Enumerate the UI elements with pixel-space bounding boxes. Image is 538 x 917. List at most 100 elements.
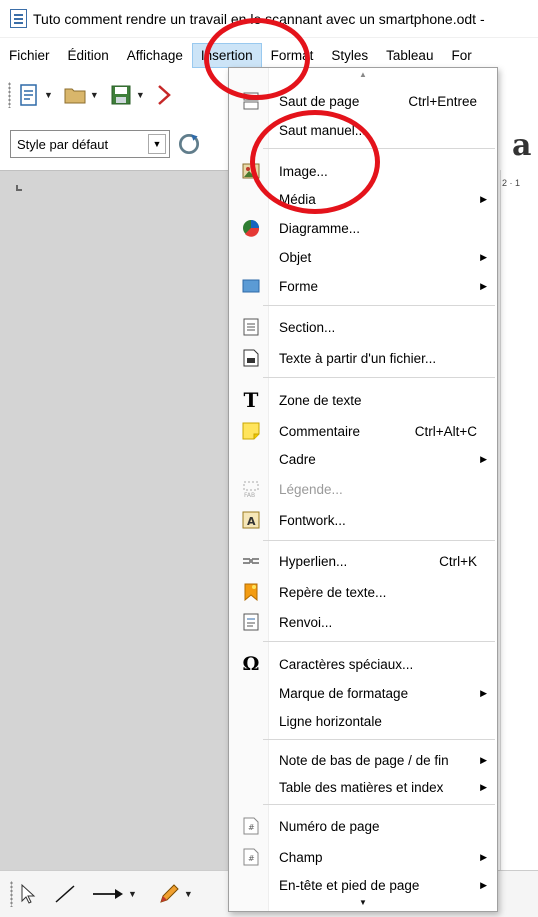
menu-item-section[interactable]: Section... [229, 313, 497, 341]
menu-item-label: Repère de texte... [279, 584, 387, 600]
font-preview-icon: a [512, 128, 532, 163]
menu-styles[interactable]: Styles [322, 43, 377, 68]
menu-fichier[interactable]: Fichier [0, 43, 59, 68]
update-style-icon[interactable] [176, 131, 202, 157]
pointer-icon [21, 883, 36, 904]
menu-separator [263, 540, 495, 541]
svg-text:#: # [248, 854, 255, 863]
section-icon [241, 317, 261, 337]
menu-item-label: Zone de texte [279, 392, 362, 408]
insertion-menu: ▲ Saut de page Ctrl+Entree Saut manuel..… [228, 67, 498, 912]
menu-item-marque-formatage[interactable]: Marque de formatage ▶ [229, 679, 497, 707]
submenu-arrow-icon: ▶ [480, 781, 487, 792]
menu-item-saut-de-page[interactable]: Saut de page Ctrl+Entree [229, 87, 497, 115]
scroll-up-icon[interactable]: ▲ [359, 70, 367, 79]
title-bar: Tuto comment rendre un travail en le sca… [0, 0, 538, 38]
paragraph-style-value: Style par défaut [17, 136, 109, 152]
submenu-arrow-icon: ▶ [480, 193, 487, 204]
menu-separator [263, 641, 495, 642]
chevron-down-icon[interactable]: ▼ [148, 134, 166, 154]
menu-item-hyperlien[interactable]: Hyperlien... Ctrl+K [229, 547, 497, 575]
menu-item-diagramme[interactable]: Diagramme... [229, 214, 497, 242]
menu-insertion[interactable]: Insertion [191, 42, 262, 68]
menu-item-objet[interactable]: Objet ▶ [229, 243, 497, 271]
document-page-right[interactable] [500, 170, 538, 870]
document-icon [10, 9, 27, 28]
new-document-button[interactable]: ▼ [17, 80, 59, 110]
menu-item-texte-fichier[interactable]: Texte à partir d'un fichier... [229, 344, 497, 372]
page-number-icon: # [241, 816, 261, 836]
text-box-icon: T [243, 388, 259, 412]
shortcut-label: Ctrl+Alt+C [414, 423, 477, 439]
line-icon [55, 885, 75, 903]
menu-item-entete-pied[interactable]: En-tête et pied de page ▶ [229, 871, 497, 899]
paragraph-style-select[interactable]: Style par défaut ▼ [10, 130, 170, 158]
text-file-icon [241, 348, 261, 368]
menu-affichage[interactable]: Affichage [118, 43, 192, 68]
submenu-arrow-icon: ▶ [480, 687, 487, 698]
menu-item-label: Texte à partir d'un fichier... [279, 350, 437, 366]
menu-item-label: Forme [279, 278, 319, 294]
comment-icon [241, 421, 261, 441]
menu-item-note-bas-page[interactable]: Note de bas de page / de fin ▶ [229, 746, 497, 774]
save-icon [111, 85, 131, 105]
curve-tool-button[interactable]: ▼ [157, 882, 199, 906]
menu-separator [263, 739, 495, 740]
menu-formulaire[interactable]: For [442, 43, 480, 68]
chevron-down-icon[interactable]: ▼ [136, 90, 145, 100]
menu-item-label: Commentaire [279, 423, 361, 439]
toolbar-grip[interactable] [10, 881, 13, 907]
menu-item-table-matieres[interactable]: Table des matières et index ▶ [229, 773, 497, 801]
menu-item-label: Objet [279, 249, 312, 265]
menu-item-caracteres-speciaux[interactable]: Ω Caractères spéciaux... [229, 650, 497, 678]
document-canvas[interactable] [0, 170, 230, 870]
menu-item-label: Marque de formatage [279, 685, 409, 701]
menu-tableau[interactable]: Tableau [377, 43, 442, 68]
menu-item-image[interactable]: Image... [229, 157, 497, 185]
menu-item-ligne-horizontale[interactable]: Ligne horizontale [229, 707, 497, 735]
menu-item-media[interactable]: Média ▶ [229, 185, 497, 213]
menu-item-legende: FAB Légende... [229, 475, 497, 503]
chevron-down-icon[interactable]: ▼ [128, 889, 137, 899]
bookmark-icon [241, 582, 261, 602]
menu-item-numero-page[interactable]: # Numéro de page [229, 812, 497, 840]
omega-icon: Ω [242, 653, 260, 675]
cross-reference-icon [241, 612, 261, 632]
export-pdf-button[interactable] [155, 80, 179, 110]
new-document-icon [20, 84, 37, 106]
toolbar-grip[interactable] [8, 82, 11, 108]
pdf-icon [157, 85, 171, 105]
menu-separator [263, 148, 495, 149]
shortcut-label: Ctrl+K [439, 553, 477, 569]
menu-item-repere-texte[interactable]: Repère de texte... [229, 578, 497, 606]
line-tool-button[interactable] [53, 883, 77, 905]
scroll-down-icon[interactable]: ▼ [359, 898, 367, 907]
menu-item-cadre[interactable]: Cadre ▶ [229, 445, 497, 473]
menu-separator [263, 804, 495, 805]
chevron-down-icon[interactable]: ▼ [44, 90, 53, 100]
menu-item-renvoi[interactable]: Renvoi... [229, 608, 497, 636]
menu-item-saut-manuel[interactable]: Saut manuel... [229, 116, 497, 144]
menu-item-forme[interactable]: Forme ▶ [229, 272, 497, 300]
chevron-down-icon[interactable]: ▼ [184, 889, 193, 899]
menu-item-label: Section... [279, 319, 336, 335]
menu-item-champ[interactable]: # Champ ▶ [229, 843, 497, 871]
ruler-icon: 2 · 1 [502, 178, 521, 188]
menu-item-label: Caractères spéciaux... [279, 656, 414, 672]
svg-text:FAB: FAB [244, 492, 255, 498]
menu-item-zone-de-texte[interactable]: T Zone de texte [229, 386, 497, 414]
arrow-tool-button[interactable]: ▼ [91, 886, 143, 902]
menu-item-label: Saut de page [279, 93, 360, 109]
select-tool-button[interactable] [19, 883, 39, 905]
chevron-down-icon[interactable]: ▼ [90, 90, 99, 100]
menu-item-commentaire[interactable]: Commentaire Ctrl+Alt+C [229, 417, 497, 445]
submenu-arrow-icon: ▶ [480, 879, 487, 890]
submenu-arrow-icon: ▶ [480, 453, 487, 464]
menu-item-fontwork[interactable]: A Fontwork... [229, 506, 497, 534]
save-button[interactable]: ▼ [109, 80, 151, 110]
open-button[interactable]: ▼ [63, 80, 105, 110]
menu-item-label: Table des matières et index [279, 779, 444, 795]
submenu-arrow-icon: ▶ [480, 754, 487, 765]
menu-edition[interactable]: Édition [59, 43, 118, 68]
menu-format[interactable]: Format [262, 43, 323, 68]
